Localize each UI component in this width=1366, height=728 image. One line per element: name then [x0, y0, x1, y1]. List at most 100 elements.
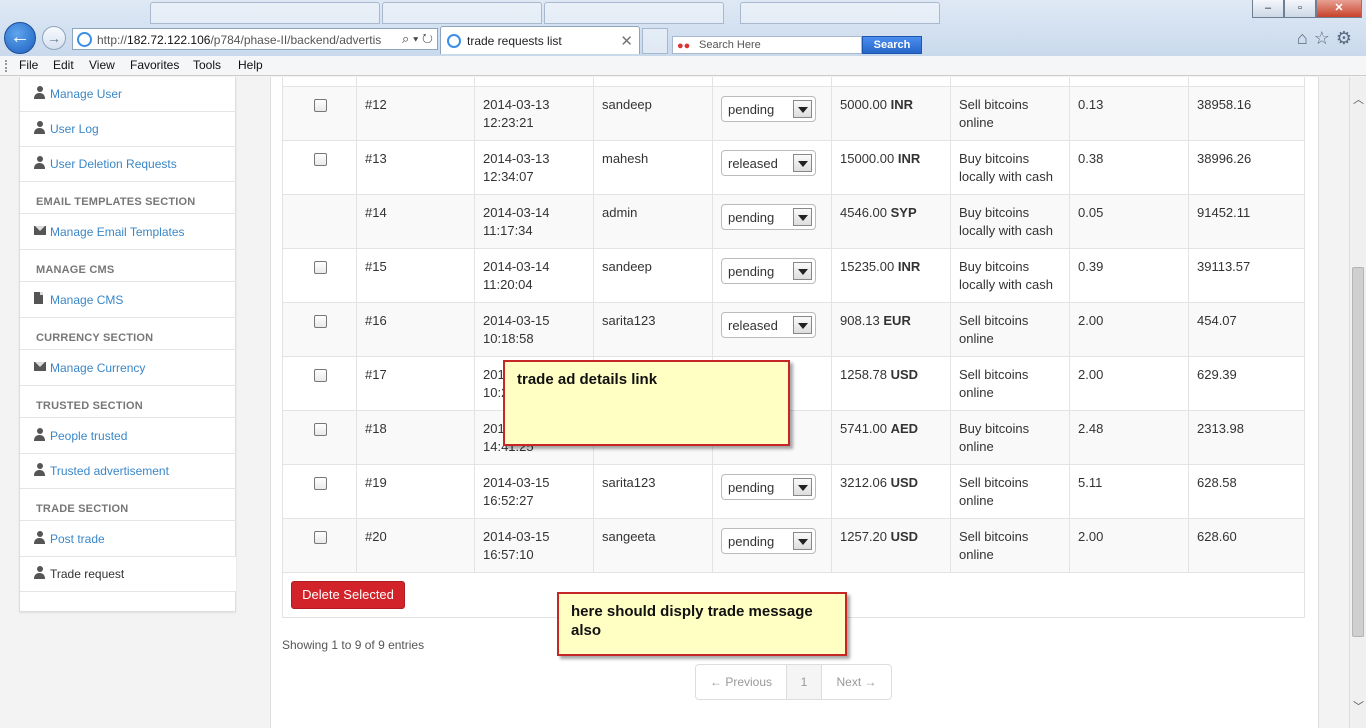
trade-currency: USD: [890, 367, 919, 382]
row-checkbox[interactable]: [314, 531, 327, 544]
dropdown-icon[interactable]: ▾: [413, 31, 418, 46]
chevron-down-icon[interactable]: [793, 316, 812, 334]
chevron-down-icon[interactable]: [793, 478, 812, 496]
menu-edit[interactable]: Edit: [53, 58, 74, 72]
status-select[interactable]: released: [721, 150, 816, 176]
status-value: pending: [728, 264, 775, 279]
background-tab[interactable]: [150, 2, 380, 24]
active-tab[interactable]: trade requests list ✕: [440, 26, 640, 54]
background-tab[interactable]: [740, 2, 940, 24]
home-icon[interactable]: ⌂: [1297, 28, 1314, 48]
status-select[interactable]: pending: [721, 204, 816, 230]
user-icon: [34, 121, 46, 135]
background-tab[interactable]: [382, 2, 542, 24]
search-icon[interactable]: ⌕: [402, 31, 409, 46]
status-select[interactable]: pending: [721, 258, 816, 284]
address-tools: ⌕ ▾ ↻: [402, 31, 433, 47]
btc-amount: 0.38: [1078, 151, 1104, 166]
row-checkbox[interactable]: [314, 261, 327, 274]
sidebar-item-manage-cms[interactable]: Manage CMS: [20, 283, 236, 318]
chevron-down-icon[interactable]: [793, 100, 812, 118]
menu-help[interactable]: Help: [238, 58, 263, 72]
back-button[interactable]: ←: [4, 22, 36, 54]
background-tab[interactable]: [544, 2, 724, 24]
sidebar-item-label: User Log: [50, 122, 99, 136]
chevron-down-icon[interactable]: [793, 262, 812, 280]
delete-selected-button[interactable]: Delete Selected: [291, 581, 405, 609]
id-text: #20: [365, 528, 387, 546]
sidebar-item-user-deletion-requests[interactable]: User Deletion Requests: [20, 147, 236, 182]
user-text: sangeeta: [602, 528, 656, 546]
menu-view[interactable]: View: [89, 58, 115, 72]
close-window-button[interactable]: ✕: [1316, 0, 1362, 18]
sidebar-item-people-trusted[interactable]: People trusted: [20, 419, 236, 454]
sidebar-item-trusted-advertisement[interactable]: Trusted advertisement: [20, 454, 236, 489]
envelope-icon: [34, 360, 46, 374]
row-checkbox[interactable]: [314, 315, 327, 328]
table-header-cell: [283, 77, 357, 86]
envelope-icon: [34, 224, 46, 238]
sidebar-item-manage-email-templates[interactable]: Manage Email Templates: [20, 215, 236, 250]
menu-favorites[interactable]: Favorites: [130, 58, 179, 72]
trade-currency: USD: [890, 475, 919, 490]
user-text: sarita123: [602, 312, 655, 330]
gear-icon[interactable]: ⚙: [1336, 28, 1358, 48]
status-select[interactable]: pending: [721, 96, 816, 122]
search-button[interactable]: Search: [862, 36, 922, 54]
refresh-icon[interactable]: ↻: [422, 31, 433, 46]
trade-time: 12:34:07: [483, 169, 534, 184]
price-value: 628.60: [1197, 529, 1237, 544]
pagination-page[interactable]: 1: [787, 665, 822, 699]
sidebar-item-user-log[interactable]: User Log: [20, 112, 236, 147]
menu-tools[interactable]: Tools: [193, 58, 221, 72]
sidebar-item-trade-request[interactable]: Trade request: [20, 557, 236, 592]
maximize-button[interactable]: ▫: [1284, 0, 1316, 18]
row-checkbox[interactable]: [314, 153, 327, 166]
trade-currency: INR: [897, 151, 921, 166]
section-heading-label: TRUSTED SECTION: [36, 400, 143, 412]
table-row: #19 2014-03-15 16:52:27 sarita123 pending 321…: [283, 465, 1305, 519]
address-bar[interactable]: http://182.72.122.106/p784/phase-II/back…: [72, 28, 438, 50]
trade-time: 11:20:04: [483, 277, 533, 292]
chevron-down-icon[interactable]: [793, 532, 812, 550]
minimize-button[interactable]: –: [1252, 0, 1284, 18]
row-checkbox[interactable]: [314, 423, 327, 436]
row-checkbox[interactable]: [314, 369, 327, 382]
sidebar-item-manage-user[interactable]: Manage User: [20, 77, 236, 112]
status-cell: pending: [713, 195, 832, 248]
menu-file[interactable]: File: [19, 58, 38, 72]
status-select[interactable]: pending: [721, 528, 816, 554]
price-cell: 454.07: [1189, 303, 1305, 356]
trade-id: #14: [365, 205, 387, 220]
row-checkbox[interactable]: [314, 477, 327, 490]
status-select[interactable]: pending: [721, 474, 816, 500]
amount-cell: 3212.06 USD: [832, 465, 951, 518]
scroll-thumb[interactable]: [1352, 267, 1364, 637]
forward-button[interactable]: →: [42, 26, 66, 50]
section-heading-label: TRADE SECTION: [36, 503, 129, 515]
sidebar-item-manage-currency[interactable]: Manage Currency: [20, 351, 236, 386]
row-checkbox[interactable]: [314, 99, 327, 112]
ad-subtitle: online: [959, 547, 994, 562]
user-text: sandeep: [602, 96, 652, 114]
sidebar-item-post-trade[interactable]: Post trade: [20, 522, 236, 557]
star-icon[interactable]: ☆: [1314, 28, 1336, 48]
new-tab-button[interactable]: [642, 28, 668, 54]
trade-amount: 4546.00: [840, 205, 887, 220]
table-row: #17 201 10:2 1258.78 USD Sell bitcoins online…: [283, 357, 1305, 411]
scroll-down-icon[interactable]: ﹀: [1353, 698, 1364, 714]
close-tab-icon[interactable]: ✕: [620, 32, 633, 50]
pagination-previous[interactable]: ← Previous: [696, 665, 787, 699]
chevron-down-icon[interactable]: [793, 208, 812, 226]
address-url[interactable]: http://182.72.122.106/p784/phase-II/back…: [97, 33, 381, 47]
ad-title: Sell bitcoins: [959, 97, 1029, 112]
status-select[interactable]: released: [721, 312, 816, 338]
ad-title: Sell bitcoins: [959, 367, 1029, 382]
pagination-next[interactable]: Next →: [822, 665, 891, 699]
price-text: 628.58: [1197, 474, 1237, 492]
scroll-up-icon[interactable]: ︿: [1353, 91, 1364, 107]
chevron-down-icon[interactable]: [793, 154, 812, 172]
vertical-scrollbar[interactable]: ︿ ﹀: [1349, 77, 1366, 728]
search-input[interactable]: ●● Search Here: [672, 36, 862, 54]
user-icon: [34, 463, 46, 477]
